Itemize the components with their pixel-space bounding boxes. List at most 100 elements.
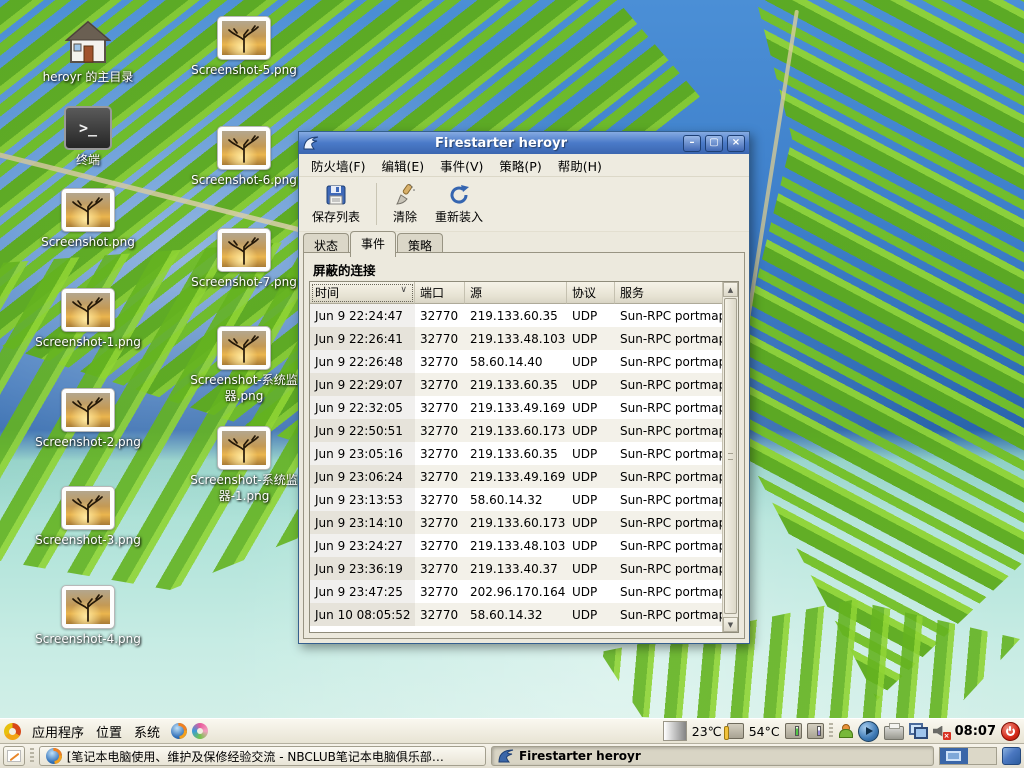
mute-badge-icon: × (943, 732, 951, 740)
column-header[interactable]: 时间 (310, 282, 415, 304)
cell-time: Jun 9 22:26:41 (310, 327, 415, 350)
scrollbar-track[interactable] (723, 297, 738, 617)
table-row[interactable]: Jun 9 22:29:07 32770 219.133.60.35 UDP S… (310, 373, 722, 396)
menu-item[interactable]: 事件(V) (432, 154, 491, 177)
close-button[interactable]: × (727, 135, 745, 152)
printer-icon[interactable] (884, 726, 904, 740)
table-row[interactable]: Jun 9 22:26:41 32770 219.133.48.103 UDP … (310, 327, 722, 350)
app-launcher-swirl-icon[interactable] (192, 723, 208, 739)
desktop-icon-label: Screenshot-1.png (35, 335, 141, 351)
desktop-icon[interactable]: >_ Screenshot-3.png (13, 486, 163, 549)
column-header[interactable]: 端口 (415, 282, 465, 304)
clear-button[interactable]: 清除 (384, 178, 426, 230)
workspace-2[interactable] (968, 748, 996, 764)
cell-service: Sun-RPC portmap (615, 488, 722, 511)
table-row[interactable]: Jun 9 23:13:53 32770 58.60.14.32 UDP Sun… (310, 488, 722, 511)
table-row[interactable]: Jun 9 22:24:47 32770 219.133.60.35 UDP S… (310, 304, 722, 327)
sensor-chip-icon[interactable] (785, 723, 802, 739)
workspace-1[interactable] (940, 748, 968, 764)
desktop-icon[interactable]: >_ Screenshot-7.png (169, 228, 319, 291)
gnome-panel: 应用程序位置系统 23℃ 54°C × 08:07 (0, 718, 1024, 744)
desktop-icon[interactable]: >_ Screenshot-1.png (13, 288, 163, 351)
clock[interactable]: 08:07 (955, 724, 996, 739)
window-titlebar[interactable]: Firestarter heroyr – ▢ × (299, 132, 749, 154)
cell-time: Jun 9 22:29:07 (310, 373, 415, 396)
desktop-icon[interactable]: >_ Screenshot-6.png (169, 126, 319, 189)
cell-source: 219.133.60.35 (465, 442, 567, 465)
tab[interactable]: 事件 (350, 231, 396, 257)
table-row[interactable]: Jun 9 22:26:48 32770 58.60.14.40 UDP Sun… (310, 350, 722, 373)
image-thumbnail-icon (61, 288, 115, 332)
desktop-icon-label: Screenshot-7.png (191, 275, 297, 291)
table-row[interactable]: Jun 9 23:14:10 32770 219.133.60.173 UDP … (310, 511, 722, 534)
desktop-icon[interactable]: >_ Screenshot-系统监器.png (169, 326, 319, 404)
image-thumbnail-icon (61, 486, 115, 530)
sensor-chip-icon[interactable] (727, 723, 744, 739)
panel-menu[interactable]: 应用程序 (26, 720, 90, 743)
floppy-icon (324, 183, 348, 207)
task-title: [笔记本电脑使用、维护及保修经验交流 - NBCLUB笔记本电脑俱乐部… (67, 748, 479, 765)
table-row[interactable]: Jun 9 23:05:16 32770 219.133.60.35 UDP S… (310, 442, 722, 465)
desktop-icon[interactable]: >_ Screenshot-5.png (169, 16, 319, 79)
desktop-icon[interactable]: >_ Screenshot-2.png (13, 388, 163, 451)
scrollbar-thumb[interactable] (724, 298, 737, 614)
user-applet-icon[interactable] (838, 724, 853, 738)
table-row[interactable]: Jun 9 23:47:25 32770 202.96.170.164 UDP … (310, 580, 722, 603)
panel-menu[interactable]: 位置 (90, 720, 128, 743)
save-list-button[interactable]: 保存列表 (303, 178, 369, 230)
desktop-icon[interactable]: >_ Screenshot-系统监器-1.png (169, 426, 319, 504)
menu-item[interactable]: 帮助(H) (550, 154, 610, 177)
desktop-icon-label: Screenshot.png (41, 235, 135, 251)
table-row[interactable]: Jun 9 22:50:51 32770 219.133.60.173 UDP … (310, 419, 722, 442)
reload-button[interactable]: 重新装入 (426, 178, 492, 230)
table-header-row: 时间端口源协议服务 (310, 282, 722, 304)
menu-item[interactable]: 编辑(E) (373, 154, 432, 177)
distro-menu-icon[interactable] (4, 723, 21, 740)
media-player-icon[interactable] (858, 721, 879, 742)
task-button-firefox[interactable]: [笔记本电脑使用、维护及保修经验交流 - NBCLUB笔记本电脑俱乐部… (39, 746, 486, 766)
table-row[interactable]: Jun 9 22:32:05 32770 219.133.49.169 UDP … (310, 396, 722, 419)
minimize-button[interactable]: – (683, 135, 701, 152)
tab-label: 状态 (314, 239, 338, 253)
cell-service: Sun-RPC portmap (615, 511, 722, 534)
monitor-applet-icon[interactable] (663, 721, 687, 741)
cell-port: 32770 (415, 465, 465, 488)
maximize-button[interactable]: ▢ (705, 135, 723, 152)
scroll-down-arrow[interactable]: ▼ (723, 617, 738, 632)
image-thumbnail-icon (61, 188, 115, 232)
sensor-chip-icon[interactable] (807, 723, 824, 739)
table-row[interactable]: Jun 10 08:05:52 32770 58.60.14.32 UDP Su… (310, 603, 722, 626)
column-header[interactable]: 服务 (615, 282, 722, 304)
shutdown-icon[interactable] (1001, 722, 1020, 741)
column-header[interactable]: 源 (465, 282, 567, 304)
panel-menu[interactable]: 系统 (128, 720, 166, 743)
cell-source: 219.133.48.103 (465, 534, 567, 557)
desktop-icon[interactable]: >_ 终端 (13, 106, 163, 169)
show-desktop-button[interactable] (3, 746, 25, 766)
cell-protocol: UDP (567, 419, 615, 442)
cell-service: Sun-RPC portmap (615, 580, 722, 603)
task-button-firestarter[interactable]: Firestarter heroyr (491, 746, 934, 766)
desktop-icon[interactable]: >_ Screenshot.png (13, 188, 163, 251)
table-row[interactable]: Jun 9 23:36:19 32770 219.133.40.37 UDP S… (310, 557, 722, 580)
menu-item[interactable]: 防火墙(F) (303, 154, 373, 177)
toolbar-label: 清除 (393, 208, 417, 225)
trash-applet-icon[interactable] (1002, 747, 1021, 765)
desktop-icon[interactable]: >_ heroyr 的主目录 (13, 20, 163, 86)
cell-service: Sun-RPC portmap (615, 557, 722, 580)
column-header[interactable]: 协议 (567, 282, 615, 304)
firefox-launcher-icon[interactable] (171, 723, 187, 739)
vertical-scrollbar[interactable]: ▲ ▼ (722, 282, 738, 632)
desktop-icon[interactable]: >_ Screenshot-4.png (13, 585, 163, 648)
scroll-up-arrow[interactable]: ▲ (723, 282, 738, 297)
cell-protocol: UDP (567, 373, 615, 396)
cell-source: 219.133.60.35 (465, 304, 567, 327)
cell-protocol: UDP (567, 465, 615, 488)
table-row[interactable]: Jun 9 23:24:27 32770 219.133.48.103 UDP … (310, 534, 722, 557)
cell-time: Jun 9 23:13:53 (310, 488, 415, 511)
cell-protocol: UDP (567, 396, 615, 419)
menu-item[interactable]: 策略(P) (491, 154, 549, 177)
table-row[interactable]: Jun 9 23:06:24 32770 219.133.49.169 UDP … (310, 465, 722, 488)
volume-muted-icon[interactable]: × (933, 724, 950, 739)
network-monitor-icon[interactable] (909, 723, 928, 739)
